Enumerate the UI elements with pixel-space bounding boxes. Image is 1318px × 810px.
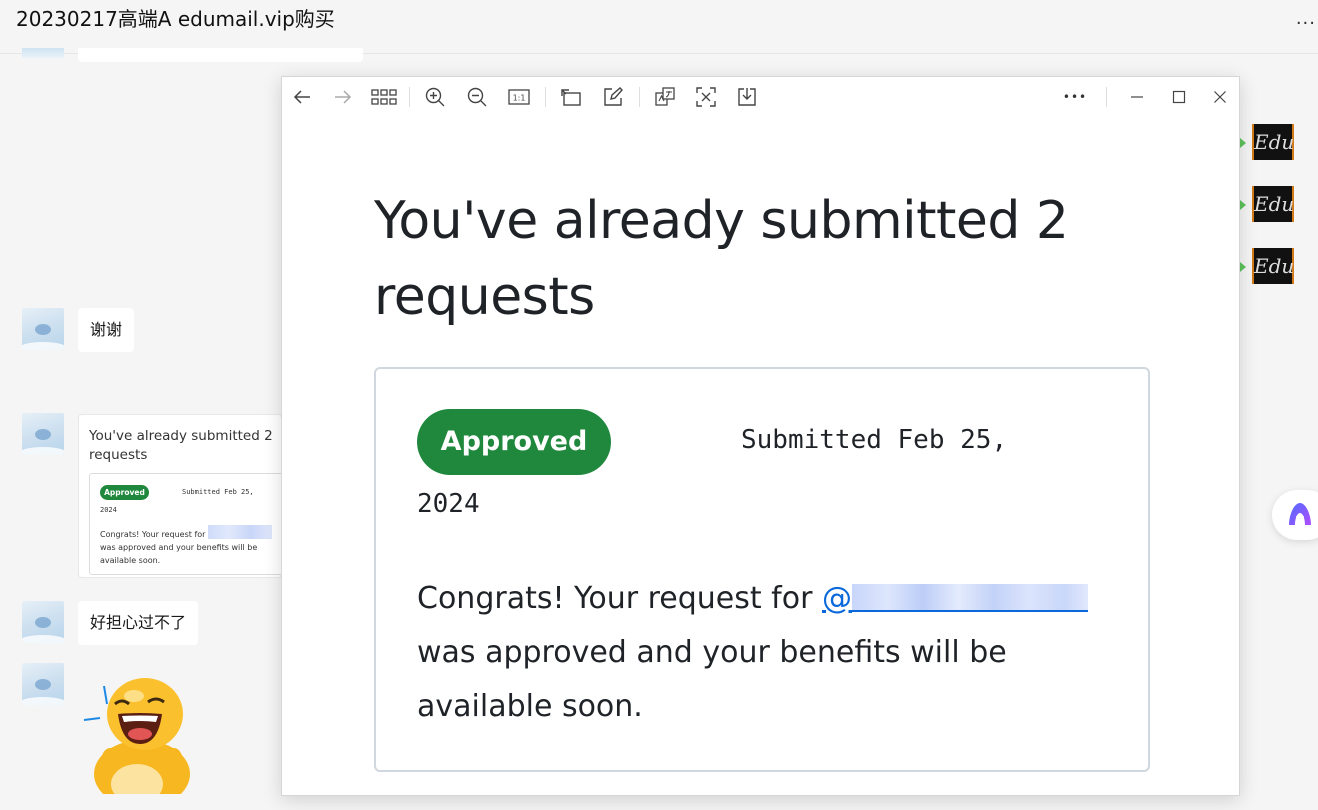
viewer-image[interactable]: You've already submitted 2 requests Appr… xyxy=(282,117,1239,795)
toolbar-separator xyxy=(1106,87,1107,107)
image-message-thumbnail[interactable]: You've already submitted 2 requests Appr… xyxy=(78,414,282,578)
rotate-icon xyxy=(561,89,581,106)
image-message-edu[interactable]: Edu xyxy=(1252,186,1294,222)
viewer-toolbar: 1:1 ••• xyxy=(282,77,1239,117)
chat-header: 20230217高端A edumail.vip购买 ... xyxy=(0,0,1318,54)
image-message-edu[interactable]: Edu xyxy=(1252,248,1294,284)
thumbnail-year: 2024 xyxy=(100,506,117,514)
translate-icon xyxy=(655,87,675,106)
download-button[interactable] xyxy=(735,85,759,109)
chat-title: 20230217高端A edumail.vip购买 xyxy=(16,7,335,31)
edit-button[interactable] xyxy=(601,85,625,109)
minimize-button[interactable] xyxy=(1125,85,1149,109)
message-post: was approved and your benefits will be a… xyxy=(417,635,1007,724)
gallery-button[interactable] xyxy=(371,85,397,109)
forward-button[interactable] xyxy=(331,85,355,109)
zoom-out-icon xyxy=(467,87,487,107)
image-viewer-window: 1:1 ••• You've already submitted 2 reque… xyxy=(281,76,1240,796)
avatar[interactable] xyxy=(22,601,64,643)
more-options-button[interactable]: ... xyxy=(1296,8,1316,29)
toolbar-separator xyxy=(639,87,640,107)
thumbnail-title: You've already submitted 2 requests xyxy=(89,428,273,463)
maximize-button[interactable] xyxy=(1167,85,1191,109)
avatar[interactable] xyxy=(22,413,64,455)
assistant-icon xyxy=(1289,503,1311,525)
rotate-button[interactable] xyxy=(559,85,583,109)
sent-indicator xyxy=(1240,200,1246,210)
submitted-date: Submitted Feb 25, xyxy=(741,425,1008,455)
sent-indicator xyxy=(1240,138,1246,148)
actual-size-icon: 1:1 xyxy=(508,89,530,105)
edit-icon xyxy=(604,87,623,106)
approval-message: Congrats! Your request for @ was approve… xyxy=(417,572,1117,734)
message-bubble xyxy=(78,48,363,62)
actual-size-button[interactable]: 1:1 xyxy=(507,85,531,109)
zoom-out-button[interactable] xyxy=(465,85,489,109)
message-pre: Congrats! Your request for xyxy=(417,581,813,616)
download-icon xyxy=(738,88,756,106)
zoom-in-button[interactable] xyxy=(423,85,447,109)
at-sign: @ xyxy=(821,581,852,616)
translate-button[interactable] xyxy=(653,85,677,109)
thumbnail-body-post: was approved and your benefits will be a… xyxy=(100,543,258,565)
redacted-email xyxy=(208,525,272,539)
arrow-right-icon xyxy=(335,90,352,104)
avatar[interactable] xyxy=(22,308,64,350)
maximize-icon xyxy=(1172,90,1186,104)
extract-text-button[interactable] xyxy=(694,85,718,109)
message-bubble: 谢谢 xyxy=(78,308,135,352)
message-bubble: 好担心过不了 xyxy=(78,601,199,645)
avatar[interactable] xyxy=(22,663,64,705)
email-link: @ xyxy=(822,581,1088,616)
zoom-in-icon xyxy=(425,87,445,107)
avatar[interactable] xyxy=(22,48,64,58)
thumbnail-submitted-date: Submitted Feb 25, xyxy=(182,488,254,496)
extract-text-icon xyxy=(696,87,716,107)
thumbnail-approved-badge: Approved xyxy=(100,485,149,500)
close-button[interactable] xyxy=(1208,85,1232,109)
image-message-edu[interactable]: Edu xyxy=(1252,124,1294,160)
viewer-more-button[interactable]: ••• xyxy=(1063,85,1087,109)
toolbar-separator xyxy=(545,87,546,107)
back-button[interactable] xyxy=(290,85,314,109)
thumbnail-card: Approved Submitted Feb 25, 2024 Congrats… xyxy=(89,473,281,575)
approved-badge: Approved xyxy=(417,409,611,475)
assistant-float-button[interactable] xyxy=(1272,490,1318,540)
page-title: You've already submitted 2 requests xyxy=(374,191,1069,327)
submitted-year: 2024 xyxy=(417,489,480,519)
actual-size-label: 1:1 xyxy=(513,94,526,103)
redacted-email xyxy=(851,584,1088,612)
arrow-left-icon xyxy=(293,90,310,104)
minimize-icon xyxy=(1131,96,1143,98)
request-card: Approved Submitted Feb 25, 2024 Congrats… xyxy=(374,367,1150,772)
laughing-duck-sticker[interactable] xyxy=(82,674,202,794)
sent-indicator xyxy=(1240,262,1246,272)
toolbar-separator xyxy=(409,87,410,107)
close-icon xyxy=(1214,91,1226,103)
thumbnail-body-pre: Congrats! Your request for xyxy=(100,530,206,539)
grid-icon xyxy=(371,89,397,105)
